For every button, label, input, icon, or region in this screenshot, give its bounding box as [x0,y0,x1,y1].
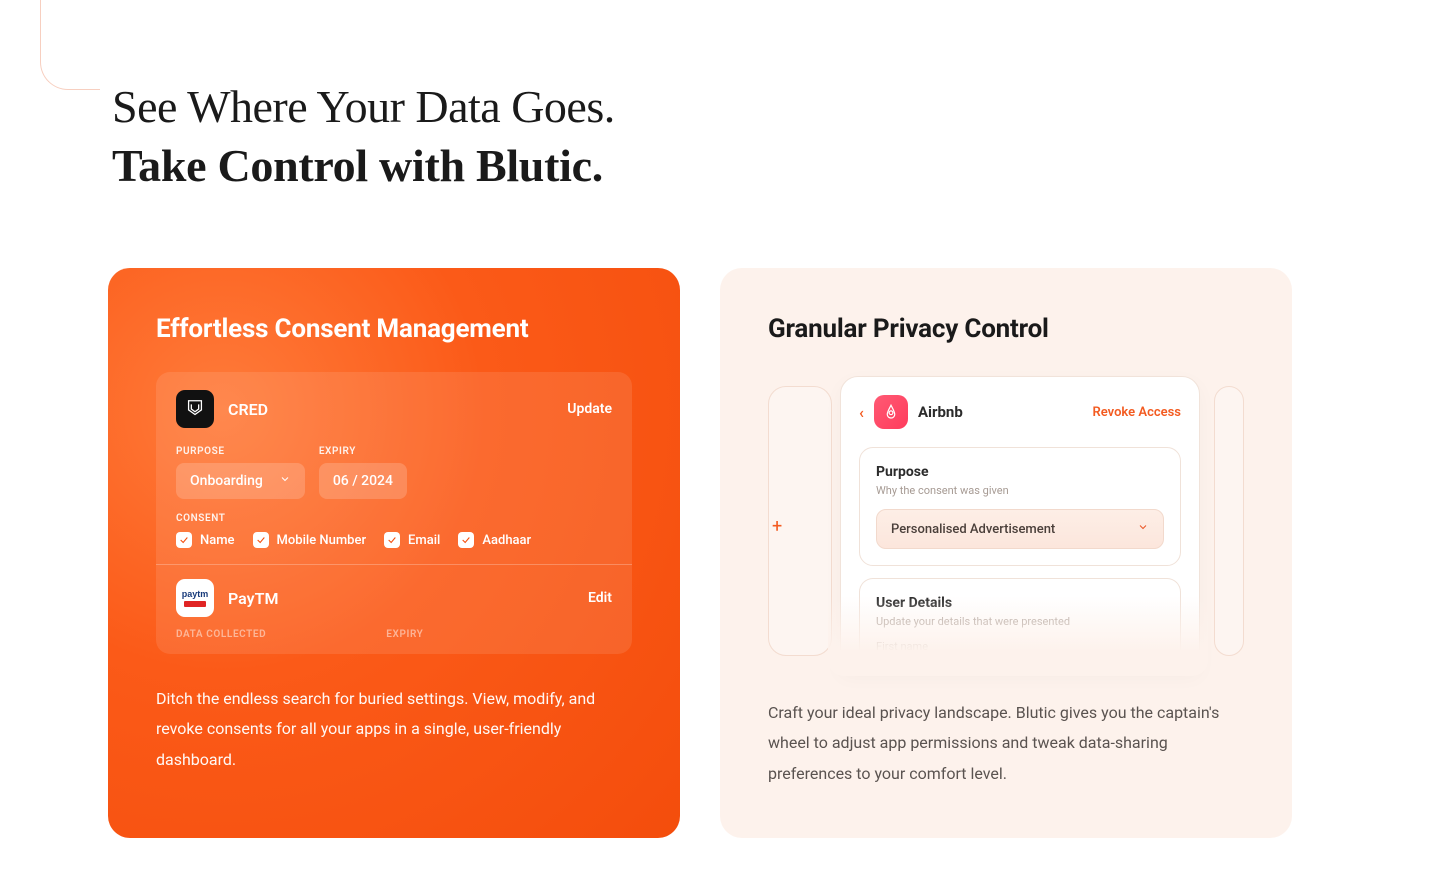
heading-line-2: Take Control with Blutic. [112,139,615,192]
consent-item-aadhaar[interactable]: Aadhaar [458,532,531,548]
heading-line-1: See Where Your Data Goes. [112,80,615,133]
purpose-subtitle: Why the consent was given [876,484,1164,497]
expiry-value: 06 / 2024 [333,473,393,489]
privacy-card-title: Granular Privacy Control [768,314,1244,344]
decorative-panel [1214,386,1244,656]
plus-icon: + [772,516,782,537]
checkbox-icon [253,532,269,548]
revoke-access-button[interactable]: Revoke Access [1092,405,1181,420]
edit-button[interactable]: Edit [588,590,612,606]
consent-item-name[interactable]: Name [176,532,235,548]
privacy-mock-panel: ‹ Airbnb Revoke Access Purpose Why the c… [840,376,1200,671]
privacy-control-card: Granular Privacy Control + ‹ Airbnb Revo… [720,268,1292,838]
purpose-section: Purpose Why the consent was given Person… [859,447,1181,566]
user-details-subtitle: Update your details that were presented [876,615,1164,628]
expiry-field[interactable]: 06 / 2024 [319,463,407,499]
privacy-card-description: Craft your ideal privacy landscape. Blut… [768,698,1244,789]
back-chevron-icon[interactable]: ‹ [859,403,864,422]
expiry-label: EXPIRY [319,446,407,457]
update-button[interactable]: Update [567,401,612,417]
purpose-selected-value: Personalised Advertisement [891,522,1055,537]
page-heading: See Where Your Data Goes. Take Control w… [112,80,615,192]
chevron-down-icon [1137,521,1149,537]
consent-app-panel: CRED Update PURPOSE Onboarding EXPIRY [156,372,632,654]
firstname-label: First name [876,640,1164,653]
consent-section-label: CONSENT [176,513,612,524]
purpose-select[interactable]: Onboarding [176,463,305,499]
checkbox-icon [384,532,400,548]
airbnb-app-name: Airbnb [918,403,963,421]
chevron-down-icon [279,473,291,489]
consent-item-label: Email [408,533,440,548]
checkbox-icon [458,532,474,548]
consent-card-description: Ditch the endless search for buried sett… [156,684,632,775]
user-details-title: User Details [876,595,1164,611]
divider [156,564,632,565]
consent-item-label: Aadhaar [482,533,531,548]
cred-logo-icon [176,390,214,428]
expiry-label-2: EXPIRY [386,629,423,640]
data-collected-label: DATA COLLECTED [176,629,266,640]
consent-item-mobile[interactable]: Mobile Number [253,532,367,548]
airbnb-logo-icon [874,395,908,429]
cred-app-name: CRED [228,400,268,419]
purpose-label: PURPOSE [176,446,305,457]
purpose-dropdown[interactable]: Personalised Advertisement [876,509,1164,549]
checkbox-icon [176,532,192,548]
paytm-app-name: PayTM [228,589,278,608]
consent-items-group: Name Mobile Number Email Aadhaar [176,532,612,548]
purpose-value: Onboarding [190,473,263,489]
consent-item-label: Mobile Number [277,533,367,548]
firstname-input[interactable]: Riya [876,659,1164,671]
consent-card-title: Effortless Consent Management [156,314,632,344]
decorative-corner [40,0,100,90]
consent-item-label: Name [200,533,235,548]
paytm-logo-icon: paytm [176,579,214,617]
consent-item-email[interactable]: Email [384,532,440,548]
consent-management-card: Effortless Consent Management CRED Updat… [108,268,680,838]
user-details-section: User Details Update your details that we… [859,578,1181,671]
purpose-title: Purpose [876,464,1164,480]
